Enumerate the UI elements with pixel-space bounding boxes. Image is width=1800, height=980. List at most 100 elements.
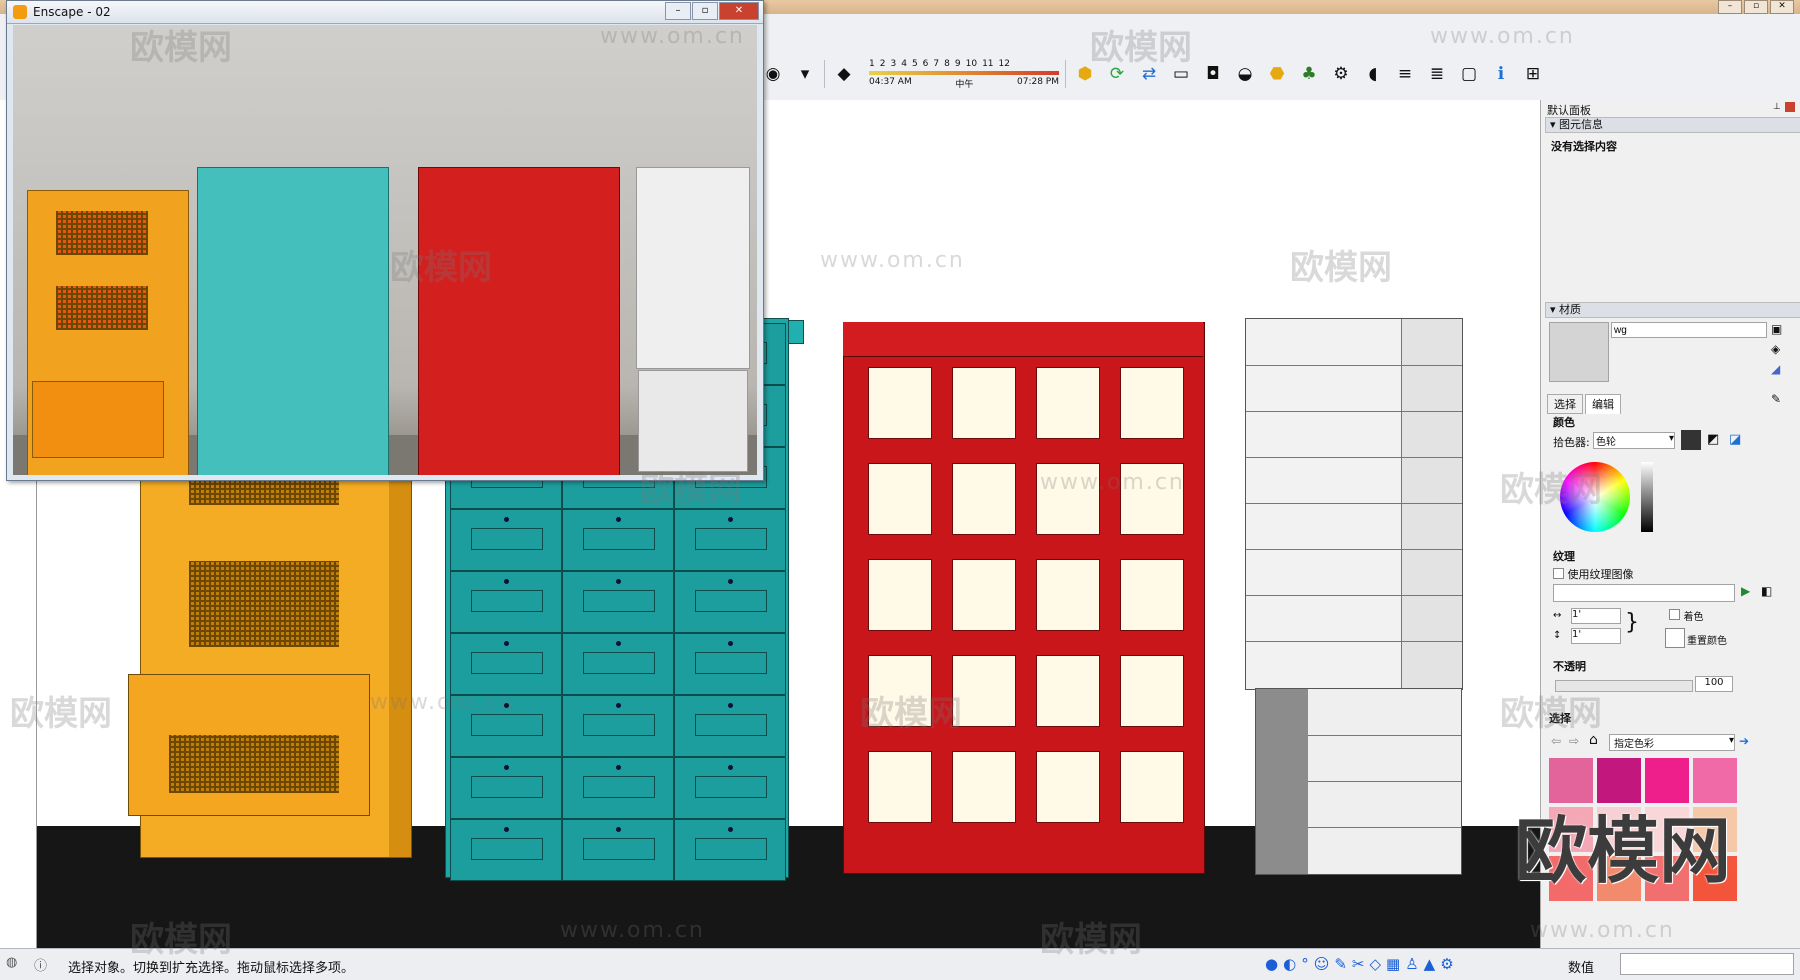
use-texture-checkbox[interactable] (1553, 568, 1564, 579)
tab-select[interactable]: 选择 (1547, 394, 1583, 414)
sliders-icon[interactable]: ≡ (1392, 61, 1418, 87)
picker-label: 拾色器: (1553, 436, 1590, 449)
lock-ratio-icon[interactable]: } (1625, 612, 1639, 634)
export-icon[interactable]: ⇄ (1136, 61, 1162, 87)
measurements-input[interactable] (1620, 953, 1794, 975)
materials-header[interactable]: ▾ 材质 (1545, 302, 1800, 318)
opacity-slider[interactable] (1555, 680, 1693, 692)
tree-icon[interactable]: ♣ (1296, 61, 1322, 87)
date-slider[interactable] (869, 70, 1059, 75)
maximize-button[interactable]: ▫ (692, 2, 718, 20)
eyedropper-icon[interactable]: ✎ (1771, 392, 1781, 406)
texture-edit-icon[interactable]: ◧ (1761, 584, 1772, 598)
ime-user-icon[interactable]: ♙ (1405, 955, 1418, 973)
colorize-row[interactable]: 着色 (1669, 608, 1704, 623)
browse-icon[interactable]: ▶ (1741, 584, 1750, 598)
ime-scissors-icon[interactable]: ✂ (1352, 955, 1365, 973)
back-arrow-icon[interactable]: ⇦ (1551, 734, 1561, 748)
home-icon[interactable]: ⌂ (1589, 732, 1598, 748)
tilt-bin[interactable] (128, 674, 370, 816)
shadow-settings[interactable]: 1 2 3 4 5 6 7 8 9 10 11 12 04:37 AM 中午 0… (869, 59, 1059, 90)
red-window-cell (868, 463, 932, 535)
mesh-panel (189, 481, 339, 505)
entity-info-header[interactable]: ▾ 图元信息 (1545, 117, 1800, 133)
drawer-label-frame (694, 590, 768, 612)
minimize-button[interactable]: – (1718, 0, 1742, 14)
current-color-swatch[interactable] (1681, 430, 1701, 450)
texture-height-input[interactable]: 1' (1571, 628, 1621, 644)
asset-icon[interactable]: ⬣ (1264, 61, 1290, 87)
ime-punct-icon[interactable]: ° (1301, 955, 1309, 973)
red-cabinet-model[interactable] (843, 322, 1205, 874)
restore-button[interactable]: ▫ (1744, 0, 1768, 14)
time-slider[interactable]: 04:37 AM 中午 07:28 PM (869, 77, 1059, 90)
sliders2-icon[interactable]: ≣ (1424, 61, 1450, 87)
shield-icon[interactable]: ⬢ (1072, 61, 1098, 87)
ime-emoji-icon[interactable]: ☺ (1314, 955, 1330, 973)
drawer-knob (504, 517, 509, 522)
camera-icon[interactable]: ◘ (1200, 61, 1226, 87)
drawer-label-frame (694, 528, 768, 550)
minimize-button[interactable]: – (665, 2, 691, 20)
match-model-icon[interactable]: ◩ (1707, 432, 1719, 447)
close-button[interactable]: ✕ (1770, 0, 1794, 14)
reset-color-swatch[interactable] (1665, 628, 1685, 648)
material-name-input[interactable] (1611, 322, 1767, 338)
eraser-icon[interactable]: ◆ (831, 61, 857, 87)
month-label: 6 (922, 58, 929, 69)
close-button[interactable]: ✕ (719, 2, 759, 20)
speaker-icon[interactable]: ◖ (1360, 61, 1386, 87)
picker-select[interactable]: 色轮 ▾ (1593, 432, 1675, 449)
enscape-window[interactable]: Enscape - 02 – ▫ ✕ (6, 0, 764, 481)
dropdown-arrow-icon[interactable]: ▾ (792, 61, 818, 87)
settings-icon[interactable]: ⚙ (1328, 61, 1354, 87)
forward-arrow-icon[interactable]: ⇨ (1569, 734, 1579, 748)
enscape-titlebar[interactable]: Enscape - 02 – ▫ ✕ (7, 1, 763, 24)
white-base-model[interactable] (1255, 688, 1462, 875)
create-material-icon[interactable]: ◈ (1771, 342, 1780, 356)
color-wheel[interactable] (1560, 462, 1630, 532)
opacity-input[interactable]: 100 (1695, 676, 1733, 692)
teal-drawer (562, 757, 674, 819)
info-icon[interactable]: ⓘ (34, 955, 47, 974)
details-arrow-icon[interactable]: ➔ (1739, 734, 1749, 748)
geo-icon[interactable]: ◍ (6, 955, 17, 970)
folder-icon[interactable]: ▭ (1168, 61, 1194, 87)
tab-edit[interactable]: 编辑 (1585, 394, 1621, 414)
mesh-panel (189, 561, 339, 647)
white-tower-model[interactable] (1245, 318, 1463, 690)
texture-path-input[interactable] (1553, 584, 1735, 602)
chat-icon[interactable]: ▢ (1456, 61, 1482, 87)
refresh-icon[interactable]: ⟳ (1104, 61, 1130, 87)
use-texture-row[interactable]: 使用纹理图像 (1553, 566, 1634, 582)
vr-icon[interactable]: ◒ (1232, 61, 1258, 87)
collection-select[interactable]: 指定色彩 ▾ (1609, 734, 1735, 751)
ime-settings-icon[interactable]: ⚙ (1440, 955, 1453, 973)
red-window-cell (952, 463, 1016, 535)
drawer-label-frame (582, 838, 656, 860)
teal-drawer (674, 571, 786, 633)
save-material-icon[interactable]: ▣ (1771, 322, 1782, 336)
match-screen-icon[interactable]: ◪ (1729, 432, 1741, 447)
enscape-render-view[interactable] (13, 25, 757, 475)
share-icon[interactable]: ⊞ (1520, 61, 1546, 87)
red-window-cell (868, 559, 932, 631)
close-icon[interactable] (1785, 102, 1795, 112)
ime-lang-icon[interactable]: ◐ (1283, 955, 1296, 973)
ime-pen-icon[interactable]: ✎ (1334, 955, 1347, 973)
info-icon[interactable]: ℹ (1488, 61, 1514, 87)
drawer-knob (616, 641, 621, 646)
texture-width-input[interactable]: 1' (1571, 608, 1621, 624)
ime-shirt-icon[interactable]: ▲ (1424, 955, 1436, 973)
colorize-checkbox[interactable] (1669, 609, 1680, 620)
brightness-slider[interactable] (1641, 462, 1653, 532)
ime-logo-icon[interactable]: ● (1265, 955, 1278, 973)
drawer-label-frame (470, 838, 544, 860)
tower-row-line (1246, 595, 1462, 596)
pin-icon[interactable]: ⊥ (1773, 102, 1783, 112)
red-cabinet-top (843, 322, 1203, 357)
ime-keyboard-icon[interactable]: ▦ (1386, 955, 1400, 973)
ime-skin-icon[interactable]: ◇ (1369, 955, 1381, 973)
teal-drawer (450, 819, 562, 881)
sample-paint-icon[interactable]: ◢ (1771, 362, 1780, 376)
